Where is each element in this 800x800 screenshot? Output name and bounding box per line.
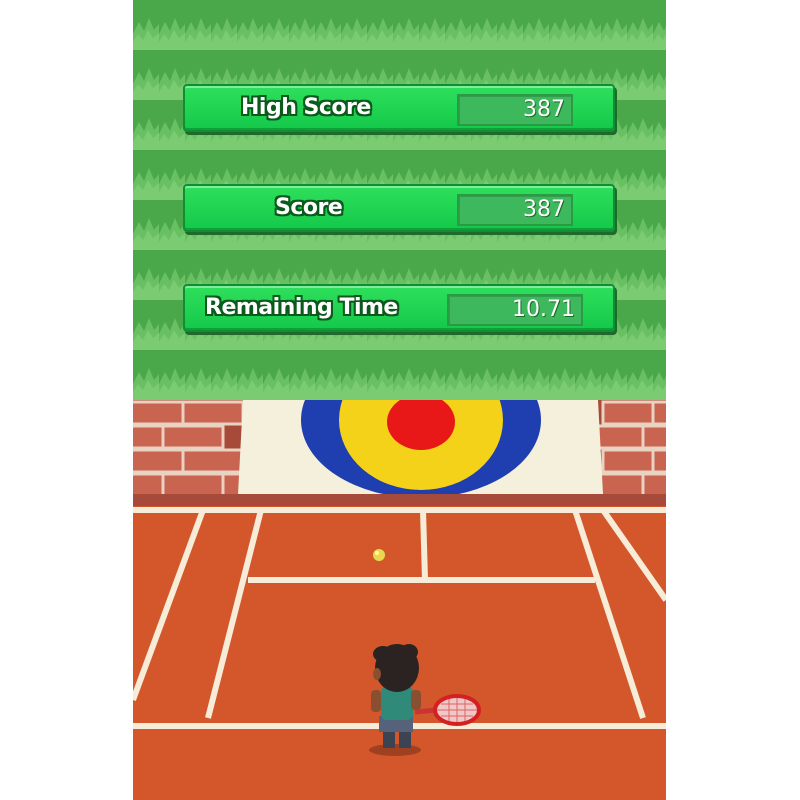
high-score-value-box: 387	[457, 94, 573, 126]
tennis-ball	[373, 549, 385, 561]
remaining-time-label: Remaining Time	[205, 295, 398, 320]
remaining-time-value-box: 10.71	[447, 294, 583, 326]
court-scene	[133, 400, 666, 800]
score-label: Score	[275, 195, 343, 220]
high-score-label: High Score	[241, 95, 371, 120]
high-score-value: 387	[523, 97, 565, 122]
score-panel: Score 387	[183, 184, 615, 232]
remaining-time-panel: Remaining Time 10.71	[183, 284, 615, 332]
game-screen: High Score 387 Score 387 Remaining Time …	[133, 0, 666, 800]
score-screen: High Score 387 Score 387 Remaining Time …	[133, 0, 666, 400]
play-screen	[133, 400, 666, 800]
score-value: 387	[523, 197, 565, 222]
high-score-panel: High Score 387	[183, 84, 615, 132]
remaining-time-value: 10.71	[512, 297, 575, 322]
score-value-box: 387	[457, 194, 573, 226]
